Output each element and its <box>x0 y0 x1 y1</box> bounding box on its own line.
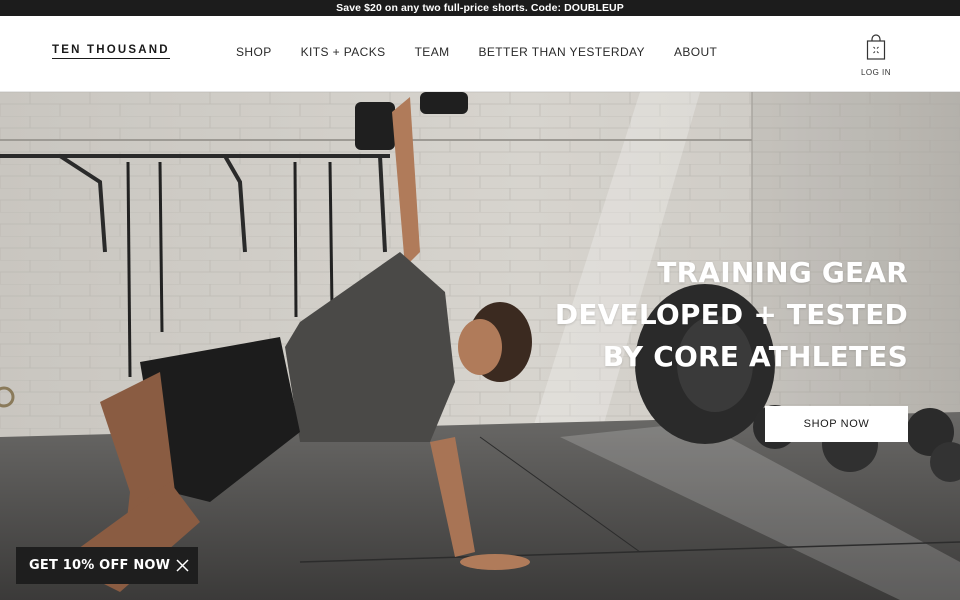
shopping-bag-icon[interactable] <box>866 34 886 60</box>
nav-item-better-than-yesterday[interactable]: BETTER THAN YESTERDAY <box>479 45 645 59</box>
discount-label[interactable]: GET 10% OFF NOW <box>29 558 170 573</box>
discount-popup[interactable]: GET 10% OFF NOW <box>16 547 198 584</box>
close-icon[interactable] <box>176 559 189 572</box>
announcement-bar: Save $20 on any two full-price shorts. C… <box>0 0 960 16</box>
hero-headline-line-3: BY CORE ATHLETES <box>602 340 908 373</box>
hero-banner: TRAINING GEAR DEVELOPED + TESTED BY CORE… <box>0 92 960 600</box>
site-logo[interactable]: TEN THOUSAND <box>52 44 170 59</box>
nav-item-team[interactable]: TEAM <box>415 45 450 59</box>
nav-item-about[interactable]: ABOUT <box>674 45 717 59</box>
nav-item-shop[interactable]: SHOP <box>236 45 272 59</box>
hero-headline-line-2: DEVELOPED + TESTED <box>554 298 908 331</box>
shop-now-button[interactable]: SHOP NOW <box>765 406 908 442</box>
hero-headline: TRAINING GEAR DEVELOPED + TESTED BY CORE… <box>555 252 908 378</box>
hero-headline-line-1: TRAINING GEAR <box>657 256 908 289</box>
login-link[interactable]: LOG IN <box>858 68 894 77</box>
announcement-text: Save $20 on any two full-price shorts. C… <box>336 2 624 14</box>
nav-item-kits-packs[interactable]: KITS + PACKS <box>301 45 386 59</box>
main-nav: SHOP KITS + PACKS TEAM BETTER THAN YESTE… <box>236 45 717 59</box>
site-header: TEN THOUSAND SHOP KITS + PACKS TEAM BETT… <box>0 16 960 92</box>
